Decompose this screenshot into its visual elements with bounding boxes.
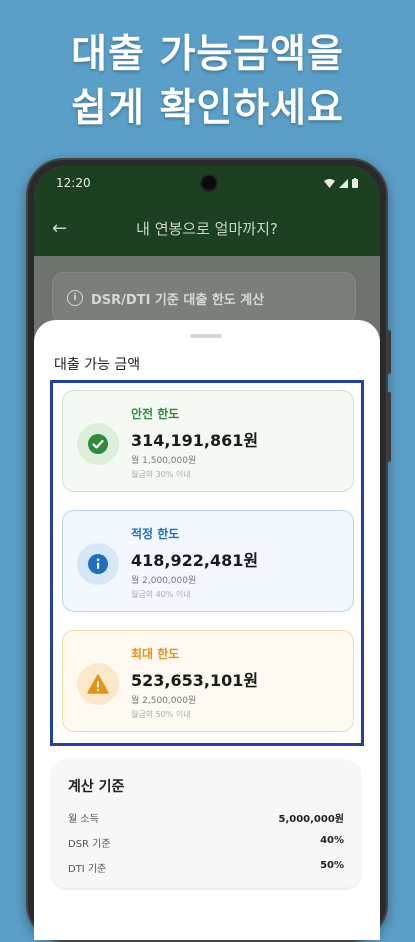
bottom-sheet: 대출 가능 금액 안전 한도 314,191,861원 월 1,500,000원… [34,320,380,940]
basis-row-dti: DTI 기준 50% [68,860,344,875]
battery-icon [352,178,358,188]
promo-headline: 대출 가능금액을 쉽게 확인하세요 [0,28,415,136]
phone-frame: 12:20 ← 내 연봉으로 얼마까지? i DSR/DTI 기준 대출 한도 … [26,158,391,942]
limit-monthly: 월 2,500,000원 [131,696,197,706]
info-card-text: DSR/DTI 기준 대출 한도 계산 [91,292,265,308]
back-arrow-icon[interactable]: ← [52,218,82,239]
limit-label: 적정 한도 [131,527,180,541]
promo-headline-line2: 쉽게 확인하세요 [71,86,344,131]
limit-amount: 523,653,101원 [131,671,259,690]
check-circle-icon [77,423,119,465]
signal-icon [339,178,348,188]
basis-row-dsr: DSR 기준 40% [68,835,344,850]
limit-monthly: 월 2,000,000원 [131,576,197,586]
basis-title: 계산 기준 [68,779,125,795]
limit-amount: 418,922,481원 [131,551,259,570]
power-button [387,392,391,462]
basis-label: 월 소득 [68,814,99,825]
volume-button [387,330,391,374]
basis-value: 40% [320,835,344,846]
limit-label: 최대 한도 [131,647,180,661]
app-bar: ← 내 연봉으로 얼마까지? [34,200,380,256]
sheet-title: 대출 가능 금액 [54,357,141,373]
limit-ratio: 월급의 30% 이내 [131,470,191,479]
wifi-icon [324,178,335,188]
drag-handle[interactable] [190,334,222,338]
front-camera [200,174,218,192]
calculation-basis-card: 계산 기준 월 소득 5,000,000원 DSR 기준 40% DTI 기준 … [52,760,360,888]
status-icons [324,178,358,188]
info-circle-icon [77,543,119,585]
status-bar: 12:20 [34,166,380,200]
basis-label: DTI 기준 [68,864,107,875]
app-bar-title: 내 연봉으로 얼마까지? [136,219,278,238]
proper-limit-card[interactable]: 적정 한도 418,922,481원 월 2,000,000원 월급의 40% … [62,510,354,612]
basis-label: DSR 기준 [68,839,111,850]
promo-headline-line1: 대출 가능금액을 [71,32,344,77]
limit-monthly: 월 1,500,000원 [131,456,197,466]
safe-limit-card[interactable]: 안전 한도 314,191,861원 월 1,500,000원 월급의 30% … [62,390,354,492]
phone-screen: 12:20 ← 내 연봉으로 얼마까지? i DSR/DTI 기준 대출 한도 … [34,166,380,940]
limits-highlight-box: 안전 한도 314,191,861원 월 1,500,000원 월급의 30% … [50,380,364,746]
warning-triangle-icon [77,663,119,705]
max-limit-card[interactable]: 최대 한도 523,653,101원 월 2,500,000원 월급의 50% … [62,630,354,732]
info-icon: i [67,290,83,306]
limit-label: 안전 한도 [131,407,180,421]
info-card: i DSR/DTI 기준 대출 한도 계산 [52,272,356,324]
basis-value: 50% [320,860,344,871]
limit-ratio: 월급의 40% 이내 [131,590,191,599]
limit-amount: 314,191,861원 [131,431,259,450]
basis-row-income: 월 소득 5,000,000원 [68,810,344,825]
status-time: 12:20 [56,176,91,190]
basis-value: 5,000,000원 [278,814,344,825]
limit-ratio: 월급의 50% 이내 [131,710,191,719]
